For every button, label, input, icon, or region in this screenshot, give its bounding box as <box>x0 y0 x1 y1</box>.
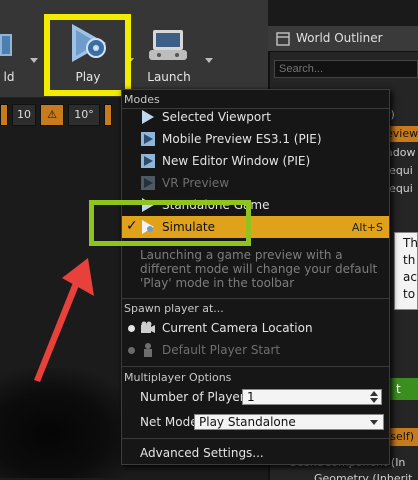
outliner-icon <box>276 32 290 46</box>
net-mode-value: Play Standalone <box>199 415 296 429</box>
menu-item-new-editor-window[interactable]: New Editor Window (PIE) <box>122 150 389 172</box>
launch-button[interactable]: Launch <box>137 14 201 90</box>
tooltip-line: th <box>403 253 416 267</box>
menu-item-label: Mobile Preview ES3.1 (PIE) <box>162 132 322 146</box>
scene-shadow <box>0 368 140 478</box>
number-of-players-value: 1 <box>247 390 255 404</box>
radio-unselected-icon <box>128 347 135 354</box>
viewport-chip-left[interactable] <box>0 104 8 126</box>
menu-item-label: Advanced Settings... <box>140 446 264 460</box>
grid-snap-value[interactable]: 10 <box>12 104 36 126</box>
outliner-row[interactable]: lequi <box>386 164 413 177</box>
menu-item-current-camera-location[interactable]: Current Camera Location <box>122 317 389 339</box>
simulate-highlight <box>89 200 251 246</box>
mobile-preview-icon <box>141 132 155 146</box>
play-button-highlight <box>44 14 131 96</box>
tooltip-line: Th <box>403 236 418 250</box>
menu-item-label: VR Preview <box>162 176 230 190</box>
outliner-row[interactable]: eview <box>386 127 418 140</box>
menu-item-advanced-settings[interactable]: Advanced Settings... <box>122 442 389 464</box>
net-mode-dropdown[interactable]: Play Standalone <box>194 414 384 430</box>
play-options-menu: Modes Selected Viewport Mobile Preview E… <box>121 89 390 465</box>
rotation-snap-value[interactable]: 10° <box>68 104 100 126</box>
vr-preview-icon <box>141 176 155 190</box>
radio-selected-icon <box>128 325 135 332</box>
menu-item-selected-viewport[interactable]: Selected Viewport <box>122 106 389 128</box>
player-start-icon <box>144 343 152 357</box>
number-of-players-label: Number of Players <box>140 390 251 404</box>
menu-separator <box>122 298 389 299</box>
menu-item-label: New Editor Window (PIE) <box>162 154 311 168</box>
outliner-row[interactable]: adow <box>386 146 415 159</box>
world-settings-button[interactable]: ld <box>0 14 22 90</box>
scale-snap-toggle[interactable] <box>104 104 112 126</box>
camera-icon <box>141 321 155 333</box>
menu-item-label: Current Camera Location <box>162 321 313 335</box>
outliner-search-input[interactable] <box>274 60 418 78</box>
spawn-header: Spawn player at... <box>124 302 224 315</box>
tooltip-popup: Th th ac to <box>394 232 418 310</box>
menu-separator <box>122 438 389 439</box>
viewport-toolbar: 10 ⚠ 10° <box>0 104 112 126</box>
menu-separator <box>122 366 389 367</box>
world-settings-icon <box>0 34 12 56</box>
menu-item-vr-preview: VR Preview <box>122 172 389 194</box>
red-arrow-annotation <box>34 258 94 382</box>
chevron-down-icon <box>370 420 378 425</box>
rotation-snap-toggle-icon[interactable]: ⚠ <box>40 104 64 126</box>
net-mode-label: Net Mode <box>140 415 198 429</box>
spinner-arrows-icon[interactable] <box>370 391 378 403</box>
main-toolbar: ld Play Launch <box>0 0 268 98</box>
new-window-icon <box>141 154 155 168</box>
tooltip-line: ac <box>403 270 417 284</box>
outliner-row[interactable]: lequi <box>386 182 413 195</box>
multiplayer-header: Multiplayer Options <box>124 371 232 384</box>
world-outliner-tab[interactable]: World Outliner <box>268 26 418 52</box>
menu-item-label: Default Player Start <box>162 343 281 357</box>
add-component-button[interactable]: t <box>388 378 418 400</box>
play-viewport-icon <box>142 110 154 124</box>
world-outliner-title: World Outliner <box>296 31 383 45</box>
simulate-shortcut: Alt+S <box>351 221 383 234</box>
world-settings-label: ld <box>3 70 15 84</box>
modes-description: Launching a game preview with a differen… <box>140 248 378 290</box>
world-dropdown-arrow[interactable] <box>30 58 38 63</box>
component-row[interactable]: Geometry (Inherit <box>290 472 412 480</box>
tooltip-line: to <box>403 287 416 301</box>
launch-label: Launch <box>147 70 191 84</box>
launch-icon <box>149 30 187 60</box>
modes-header: Modes <box>124 93 160 106</box>
menu-item-mobile-preview[interactable]: Mobile Preview ES3.1 (PIE) <box>122 128 389 150</box>
number-of-players-input[interactable]: 1 <box>242 389 382 405</box>
menu-item-label: Selected Viewport <box>162 110 271 124</box>
launch-dropdown-arrow[interactable] <box>205 58 213 63</box>
menu-item-default-player-start[interactable]: Default Player Start <box>122 339 389 361</box>
